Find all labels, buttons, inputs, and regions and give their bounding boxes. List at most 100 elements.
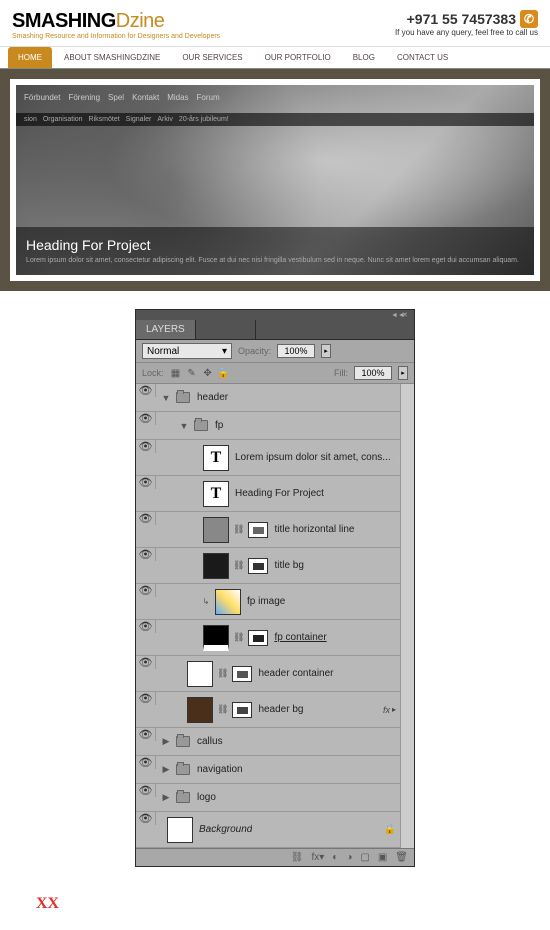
logo: SMASHINGDzine Smashing Resource and Info… bbox=[12, 10, 220, 40]
lock-all-icon[interactable]: 🔒 bbox=[218, 367, 230, 379]
close-icon[interactable]: ✕ bbox=[402, 312, 410, 319]
fx-badge[interactable]: fx bbox=[383, 705, 392, 715]
folder-icon bbox=[176, 736, 190, 747]
visibility-icon[interactable]: 👁 bbox=[136, 412, 156, 425]
fill-value[interactable]: 100% bbox=[354, 366, 392, 380]
expand-icon[interactable]: ▼ bbox=[160, 393, 172, 403]
link-icon[interactable]: ⛓ bbox=[233, 524, 244, 535]
layer-header-bg[interactable]: 👁 ⛓ header bg fx ▸ bbox=[136, 692, 400, 728]
panel-titlebar[interactable]: ◄◄ ✕ bbox=[136, 310, 414, 320]
layer-thumb bbox=[187, 661, 213, 687]
link-icon[interactable]: ⛓ bbox=[217, 668, 228, 679]
fill-label: Fill: bbox=[334, 368, 348, 378]
hero-tabs: Förbundet Förening Spel Kontakt Midas Fo… bbox=[24, 93, 220, 102]
panel-controls: Normal▾ Opacity: 100% ▸ Lock: ▦ ✎ ✥ 🔒 Fi… bbox=[136, 340, 414, 384]
folder-icon bbox=[176, 764, 190, 775]
visibility-icon[interactable]: 👁 bbox=[136, 728, 156, 741]
new-layer-icon[interactable]: ▣ bbox=[378, 852, 387, 863]
new-group-icon[interactable]: ▢ bbox=[360, 852, 369, 863]
adjustment-icon[interactable]: ◑ bbox=[346, 852, 352, 863]
phone-number: +971 55 7457383✆ bbox=[395, 10, 538, 28]
link-layers-icon[interactable]: ⛓ bbox=[291, 852, 304, 863]
layer-group-header[interactable]: 👁 ▼ header bbox=[136, 384, 400, 412]
layer-background[interactable]: 👁 Background 🔒 bbox=[136, 812, 400, 848]
link-icon[interactable]: ⛓ bbox=[233, 632, 244, 643]
collapse-icon[interactable]: ◄◄ bbox=[391, 312, 399, 319]
visibility-icon[interactable]: 👁 bbox=[136, 756, 156, 769]
visibility-icon[interactable]: 👁 bbox=[136, 784, 156, 797]
layers-panel: ◄◄ ✕ LAYERS Normal▾ Opacity: 100% ▸ Lock… bbox=[135, 309, 415, 867]
layer-fp-container[interactable]: 👁 ⛓ fp container bbox=[136, 620, 400, 656]
layer-group-logo[interactable]: 👁 ▶ logo bbox=[136, 784, 400, 812]
visibility-icon[interactable]: 👁 bbox=[136, 620, 156, 633]
hero-subtabs: sion Organisation Riksmötet Signaler Ark… bbox=[16, 113, 534, 126]
delete-icon[interactable]: 🗑 bbox=[395, 852, 408, 863]
logo-text-2: Dzine bbox=[116, 10, 165, 32]
opacity-value[interactable]: 100% bbox=[277, 344, 315, 358]
expand-icon[interactable]: ▼ bbox=[178, 421, 190, 431]
hero-title: Heading For Project bbox=[26, 237, 524, 253]
expand-icon[interactable]: ▶ bbox=[160, 736, 172, 747]
lock-pixels-icon[interactable]: ✎ bbox=[186, 367, 198, 379]
panel-footer: ⛓ fx▾ ◐ ◑ ▢ ▣ 🗑 bbox=[136, 848, 414, 866]
hero-wrapper: Förbundet Förening Spel Kontakt Midas Fo… bbox=[0, 69, 550, 291]
fx-icon[interactable]: fx▾ bbox=[311, 852, 324, 863]
hero-caption: Heading For Project Lorem ipsum dolor si… bbox=[16, 227, 534, 275]
lock-position-icon[interactable]: ✥ bbox=[202, 367, 214, 379]
layer-title-hline[interactable]: 👁 ⛓ title horizontal line bbox=[136, 512, 400, 548]
visibility-icon[interactable]: 👁 bbox=[136, 548, 156, 561]
visibility-icon[interactable]: 👁 bbox=[136, 812, 156, 825]
clip-icon[interactable]: ↳ bbox=[200, 597, 212, 606]
layer-list[interactable]: 思缘设计论坛 👁 ▼ header 👁 ▼ fp 👁 T Lorem ipsum… bbox=[136, 384, 400, 848]
link-icon[interactable]: ⛓ bbox=[233, 560, 244, 571]
nav-about[interactable]: ABOUT SMASHINGDZINE bbox=[54, 47, 170, 68]
folder-icon bbox=[176, 792, 190, 803]
layer-heading[interactable]: 👁 T Heading For Project bbox=[136, 476, 400, 512]
expand-icon[interactable]: ▶ bbox=[160, 764, 172, 775]
lock-transparency-icon[interactable]: ▦ bbox=[170, 367, 182, 379]
nav-services[interactable]: OUR SERVICES bbox=[172, 47, 252, 68]
expand-icon[interactable]: ▶ bbox=[160, 792, 172, 803]
visibility-icon[interactable]: 👁 bbox=[136, 584, 156, 597]
nav-portfolio[interactable]: OUR PORTFOLIO bbox=[255, 47, 341, 68]
layer-group-navigation[interactable]: 👁 ▶ navigation bbox=[136, 756, 400, 784]
nav-blog[interactable]: BLOG bbox=[343, 47, 385, 68]
nav-home[interactable]: HOME bbox=[8, 47, 52, 68]
visibility-icon[interactable]: 👁 bbox=[136, 692, 156, 705]
mask-thumb bbox=[248, 558, 268, 574]
visibility-icon[interactable]: 👁 bbox=[136, 512, 156, 525]
hero-inner: Förbundet Förening Spel Kontakt Midas Fo… bbox=[10, 79, 540, 281]
phone-subtext: If you have any query, feel free to call… bbox=[395, 28, 538, 37]
lock-icon: 🔒 bbox=[384, 824, 396, 835]
watermark-text: 思缘设计论坛 bbox=[395, 454, 400, 467]
fill-flyout-icon[interactable]: ▸ bbox=[398, 366, 408, 380]
visibility-icon[interactable]: 👁 bbox=[136, 476, 156, 489]
link-icon[interactable]: ⛓ bbox=[217, 704, 228, 715]
tab-empty[interactable] bbox=[196, 320, 256, 339]
layer-fp-image[interactable]: 👁 ↳ fp image bbox=[136, 584, 400, 620]
layer-group-callus[interactable]: 👁 ▶ callus bbox=[136, 728, 400, 756]
mask-thumb bbox=[232, 666, 252, 682]
blend-mode-select[interactable]: Normal▾ bbox=[142, 343, 232, 359]
mask-thumb bbox=[248, 522, 268, 538]
xx-marker: XX bbox=[36, 895, 550, 913]
website-mockup: SMASHINGDzine Smashing Resource and Info… bbox=[0, 0, 550, 291]
layer-title-bg[interactable]: 👁 ⛓ title bg bbox=[136, 548, 400, 584]
chevron-down-icon: ▾ bbox=[222, 346, 227, 357]
layer-lorem[interactable]: 👁 T Lorem ipsum dolor sit amet, cons... bbox=[136, 440, 400, 476]
folder-icon bbox=[176, 392, 190, 403]
fx-expand-icon[interactable]: ▸ bbox=[392, 705, 396, 714]
visibility-icon[interactable]: 👁 bbox=[136, 440, 156, 453]
main-nav: HOME ABOUT SMASHINGDZINE OUR SERVICES OU… bbox=[0, 46, 550, 69]
visibility-icon[interactable]: 👁 bbox=[136, 384, 156, 397]
scrollbar[interactable] bbox=[400, 384, 414, 848]
tab-layers[interactable]: LAYERS bbox=[136, 320, 196, 339]
layer-group-fp[interactable]: 👁 ▼ fp bbox=[136, 412, 400, 440]
mask-icon[interactable]: ◐ bbox=[332, 852, 338, 863]
hero-description: Lorem ipsum dolor sit amet, consectetur … bbox=[26, 256, 524, 265]
nav-contact[interactable]: CONTACT US bbox=[387, 47, 458, 68]
visibility-icon[interactable]: 👁 bbox=[136, 656, 156, 669]
folder-icon bbox=[194, 420, 208, 431]
layer-header-container[interactable]: 👁 ⛓ header container bbox=[136, 656, 400, 692]
opacity-flyout-icon[interactable]: ▸ bbox=[321, 344, 331, 358]
